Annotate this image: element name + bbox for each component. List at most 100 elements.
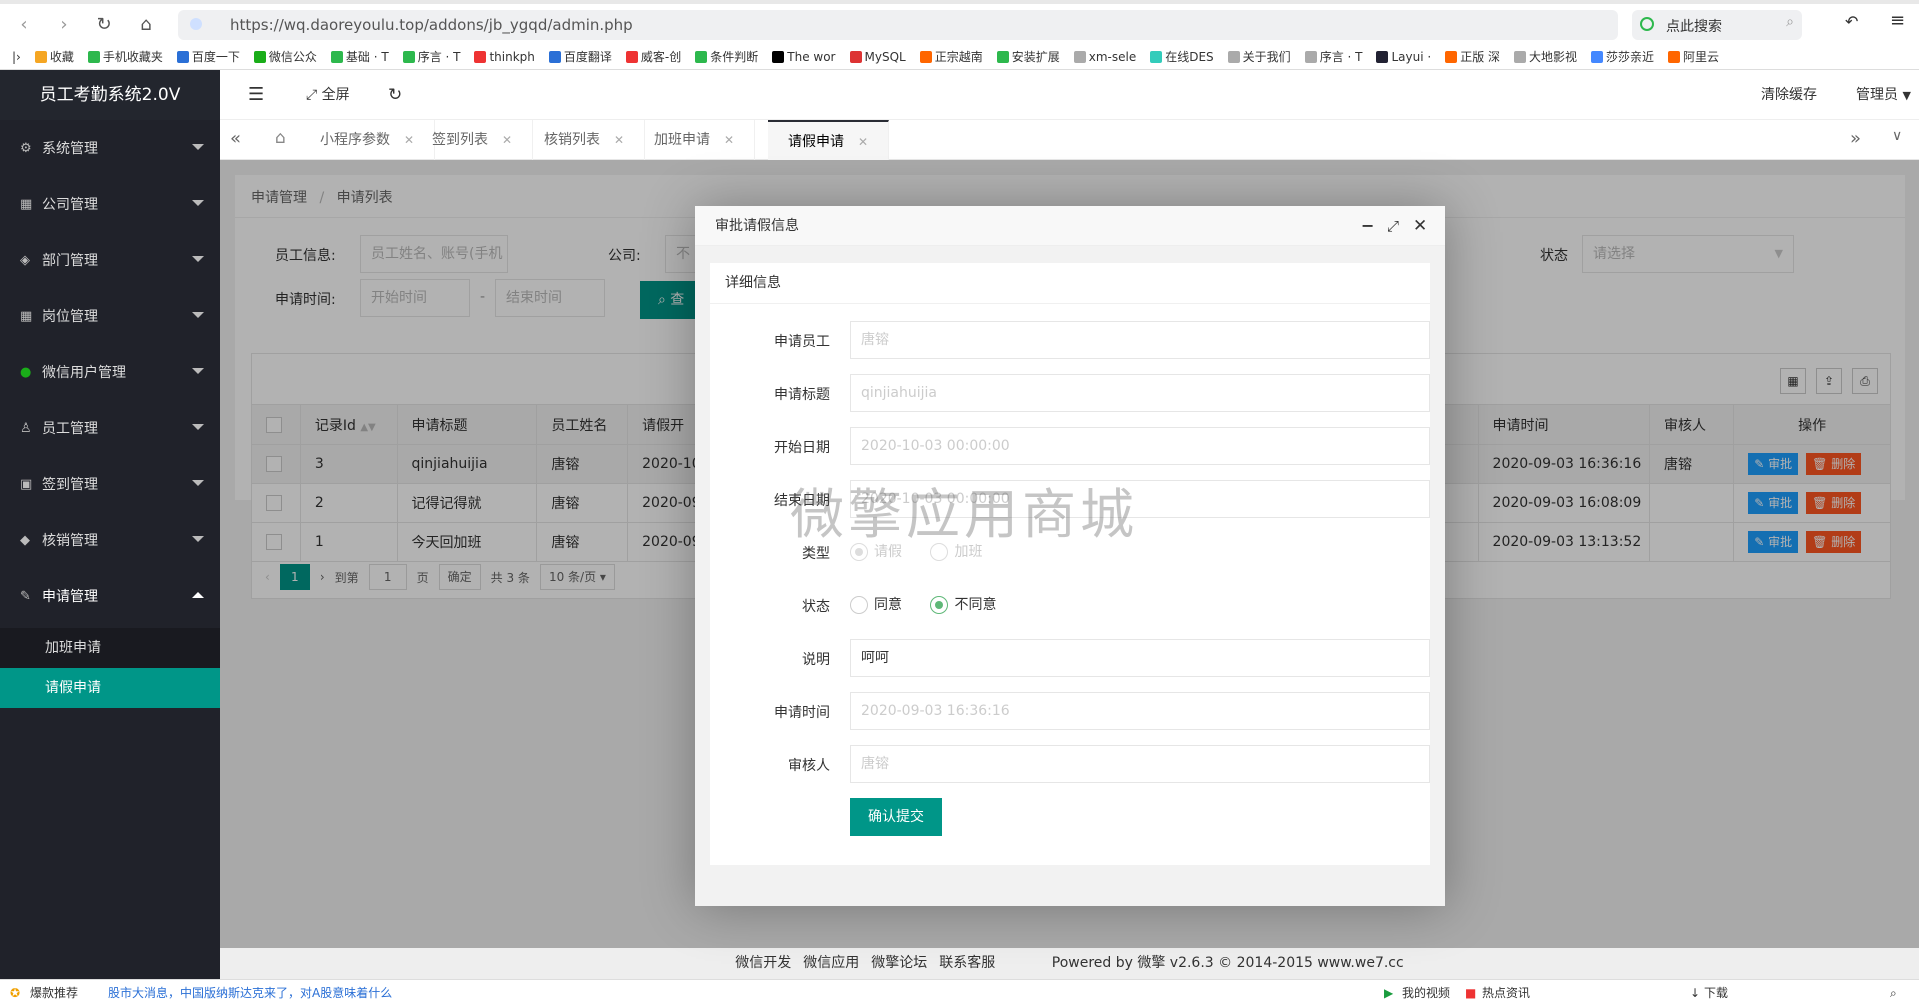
reviewer-field[interactable]: 唐镕 (850, 745, 1430, 783)
tab[interactable]: 核销列表 ✕ (524, 120, 646, 160)
footer-link[interactable]: 联系客服 (939, 955, 995, 971)
caret-down-icon (192, 256, 204, 262)
bookmark-item[interactable]: 莎莎亲近 (1591, 48, 1654, 65)
sidebar-subitem[interactable]: 请假申请 (0, 668, 220, 708)
bookmark-item[interactable]: 手机收藏夹 (87, 48, 163, 65)
note-field[interactable]: 呵呵 (850, 639, 1430, 677)
footer-link[interactable]: 微信开发 (735, 955, 791, 971)
type-label: 类型 (802, 546, 830, 562)
sidebar-item[interactable]: ◆ 核销管理 (0, 512, 220, 568)
tab[interactable]: 签到列表 ✕ (412, 120, 534, 160)
hot-icon: ■ (1465, 986, 1477, 1000)
reload-icon[interactable]: ↻ (92, 14, 116, 35)
zoom-icon[interactable]: ⌕ (1890, 980, 1897, 1007)
bookmark-item[interactable]: The wor (772, 50, 836, 64)
status-hot-products[interactable]: 爆款推荐 (30, 980, 78, 1007)
bookmark-item[interactable]: 序言 · T (402, 48, 460, 65)
forward-icon[interactable]: › (52, 14, 76, 35)
undo-icon[interactable]: ↶ (1845, 12, 1858, 31)
footer-link[interactable]: 微擎论坛 (871, 955, 927, 971)
sidebar-item[interactable]: ▦ 公司管理 (0, 176, 220, 232)
maximize-icon[interactable]: ⤢ (1387, 206, 1399, 246)
bookmark-item[interactable]: 正版 深 (1445, 48, 1500, 65)
detail-card-title: 详细信息 (710, 263, 1430, 304)
fullscreen-button[interactable]: ⤢ 全屏 (306, 70, 350, 120)
type-radio-overtime[interactable]: 加班 (930, 543, 983, 561)
bookmark-item[interactable]: 大地影视 (1514, 48, 1577, 65)
type-option-label: 加班 (954, 544, 983, 560)
start-date-field[interactable]: 2020-10-03 00:00:00 (850, 427, 1430, 465)
status-radio-reject[interactable]: 不同意 (930, 596, 996, 614)
close-tab-icon[interactable]: ✕ (858, 135, 868, 149)
sidebar-item[interactable]: ♙ 员工管理 (0, 400, 220, 456)
browser-search[interactable]: 点此搜索 ⌕ (1632, 10, 1802, 40)
bookmark-icon (1514, 50, 1527, 63)
status-hot[interactable]: 热点资讯 (1482, 980, 1530, 1007)
sidebar-toggle-icon[interactable]: |› (12, 50, 21, 64)
bookmark-item[interactable]: xm-sele (1073, 50, 1136, 64)
close-tab-icon[interactable]: ✕ (502, 133, 512, 147)
collapse-menu-icon[interactable]: ☰ (248, 70, 264, 120)
tabs-dropdown-icon[interactable]: ∨ (1892, 128, 1902, 144)
tabs-left-icon[interactable]: « (230, 128, 241, 149)
bookmark-label: 威客-创 (640, 50, 682, 64)
title-field[interactable]: qinjiahuijia (850, 374, 1430, 412)
tab[interactable]: 加班申请 ✕ (634, 120, 756, 160)
bookmark-item[interactable]: 百度翻译 (548, 48, 612, 65)
sidebar-item[interactable]: ● 微信用户管理 (0, 344, 220, 400)
bookmark-item[interactable]: 条件判断 (695, 48, 758, 65)
sidebar-subitem[interactable]: 加班申请 (0, 628, 220, 668)
menu-icon[interactable]: ≡ (1890, 10, 1905, 31)
bookmark-item[interactable]: Layui · (1376, 50, 1431, 64)
end-date-field[interactable]: 2020-10-03 00:00:00 (850, 480, 1430, 518)
status-download[interactable]: 下载 (1704, 980, 1728, 1007)
tabs-right-icon[interactable]: » (1850, 128, 1861, 149)
sidebar-item[interactable]: ◈ 部门管理 (0, 232, 220, 288)
bookmark-item[interactable]: 序言 · T (1304, 48, 1362, 65)
sidebar-item[interactable]: ▦ 岗位管理 (0, 288, 220, 344)
status-news-link[interactable]: 股市大消息，中国版纳斯达克来了，对A股意味着什么 (108, 980, 392, 1007)
bookmark-icon (253, 50, 266, 63)
sidebar-item[interactable]: ⚙ 系统管理 (0, 120, 220, 176)
status-video[interactable]: 我的视频 (1402, 980, 1450, 1007)
home-tab-icon[interactable]: ⌂ (275, 128, 286, 148)
home-icon[interactable]: ⌂ (134, 14, 158, 35)
sidebar-item[interactable]: ▣ 签到管理 (0, 456, 220, 512)
bookmark-item[interactable]: 安装扩展 (996, 48, 1060, 65)
minimize-icon[interactable]: − (1361, 206, 1374, 246)
sidebar-item-label: 部门管理 (42, 253, 98, 269)
bookmark-icon (87, 50, 100, 63)
submit-button[interactable]: 确认提交 (850, 798, 942, 836)
browser-toolbar: ‹ › ↻ ⌂ https://wq.daoreyoulu.top/addons… (0, 0, 1919, 44)
close-tab-icon[interactable]: ✕ (724, 133, 734, 147)
refresh-icon[interactable]: ↻ (388, 70, 402, 120)
bookmark-item[interactable]: 在线DES (1150, 48, 1214, 65)
bookmark-item[interactable]: thinkph (474, 50, 535, 64)
bookmark-item[interactable]: MySQL (849, 50, 906, 64)
status-radio-approve[interactable]: 同意 (850, 596, 902, 614)
user-menu[interactable]: 管理员 ▼ (1856, 70, 1911, 120)
apply-time-field[interactable]: 2020-09-03 16:36:16 (850, 692, 1430, 730)
footer-link[interactable]: 微信应用 (803, 955, 859, 971)
employee-field[interactable]: 唐镕 (850, 321, 1430, 359)
sidebar-item[interactable]: ✎ 申请管理 (0, 568, 220, 624)
bookmark-item[interactable]: 阿里云 (1668, 48, 1719, 65)
status-option-label: 同意 (874, 597, 902, 613)
back-icon[interactable]: ‹ (12, 14, 36, 35)
modal-title: 审批请假信息 (715, 218, 799, 234)
bookmark-item[interactable]: 收藏 (34, 48, 74, 65)
bookmark-item[interactable]: 百度一下 (176, 48, 240, 65)
close-tab-icon[interactable]: ✕ (614, 133, 624, 147)
tab[interactable]: 请假申请 ✕ (768, 120, 890, 160)
search-icon[interactable]: ⌕ (1786, 14, 1794, 30)
bookmark-item[interactable]: 威客-创 (625, 48, 682, 65)
bookmark-item[interactable]: 关于我们 (1227, 48, 1291, 65)
bookmark-item[interactable]: 微信公众 (253, 48, 317, 65)
bookmark-item[interactable]: 基础 · T (330, 48, 389, 65)
address-bar[interactable]: https://wq.daoreyoulu.top/addons/jb_ygqd… (178, 10, 1618, 40)
bookmark-item[interactable]: 正宗越南 (919, 48, 983, 65)
grid-icon: ▦ (20, 308, 33, 324)
close-icon[interactable]: ✕ (1413, 206, 1427, 246)
type-radio-leave[interactable]: 请假 (850, 543, 902, 561)
clear-cache-button[interactable]: 清除缓存 (1761, 70, 1817, 120)
